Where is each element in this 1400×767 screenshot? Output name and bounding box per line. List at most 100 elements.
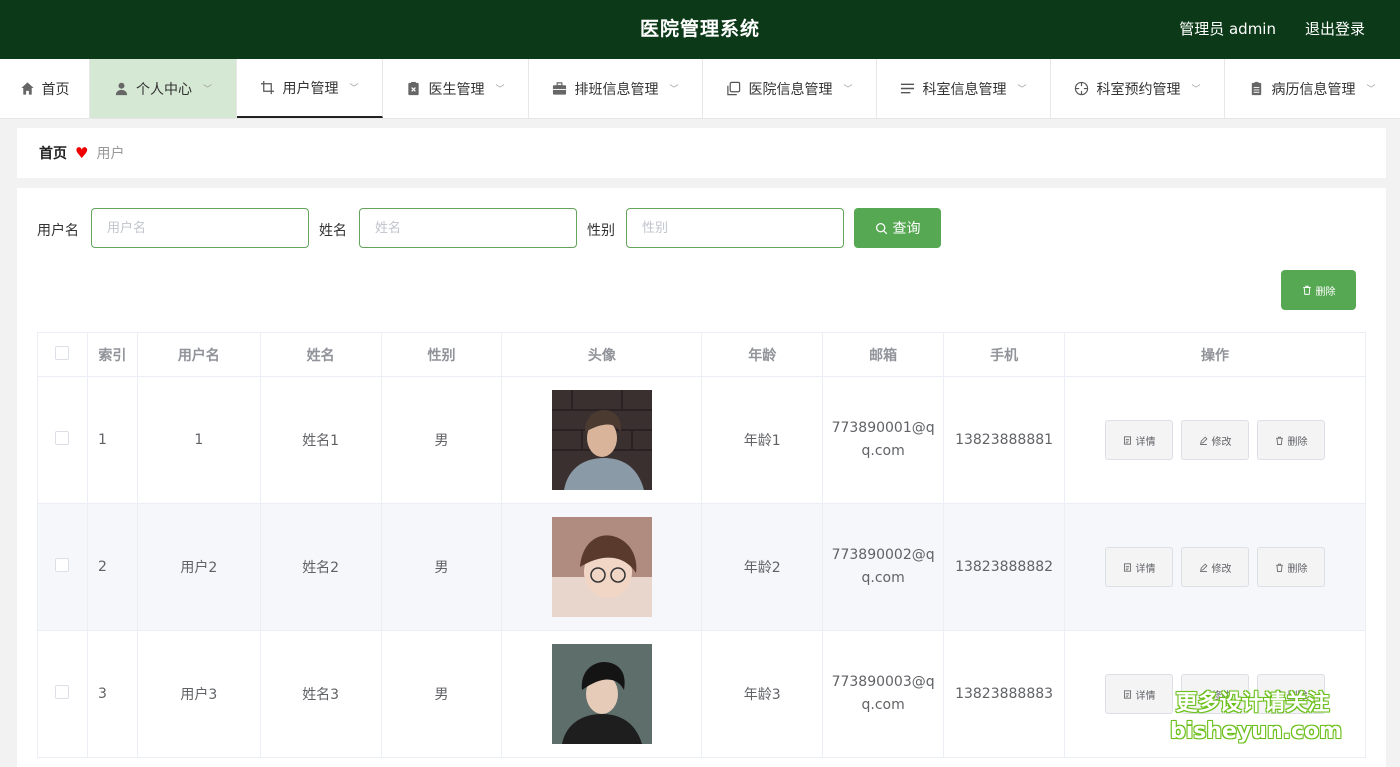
header-username: 用户名 — [136, 332, 261, 377]
username-cell: 用户3 — [136, 630, 261, 758]
edit-button[interactable]: 修改 — [1181, 420, 1250, 460]
nav-item-schedules[interactable]: 排班信息管理 ﹀ — [529, 59, 703, 118]
row-checkbox[interactable] — [55, 558, 70, 572]
email-line: q.com — [861, 697, 905, 713]
bulk-delete-button[interactable]: 删除 — [1281, 270, 1356, 310]
delete-button[interactable]: 删除 — [1257, 420, 1326, 460]
age-cell: 年龄3 — [701, 630, 824, 758]
nav-item-doctors[interactable]: 医生管理 ﹀ — [383, 59, 529, 118]
username-cell: 1 — [136, 376, 261, 504]
email-line: 773890001@q — [831, 420, 935, 436]
nav-item-home[interactable]: 首页 — [0, 59, 90, 118]
nav-item-profile[interactable]: 个人中心 ﹀ — [90, 59, 237, 118]
age-cell: 年龄2 — [701, 503, 824, 631]
nav-item-label: 科室信息管理 — [922, 81, 1007, 98]
table-row: 2 用户2 姓名2 男 年龄2 773890002@q q.com 138238… — [37, 503, 1366, 631]
copy-icon — [727, 81, 741, 96]
table-row: 1 1 姓名1 男 年龄1 773890001@q q.com 138238888… — [37, 376, 1366, 504]
email-line: 773890002@q — [831, 547, 935, 563]
table-header-row: 索引 用户名 姓名 性别 头像 年龄 邮箱 手机 操作 — [37, 332, 1366, 377]
chevron-down-icon: ﹀ — [1191, 85, 1201, 95]
gender-label: 性别 — [587, 223, 615, 239]
watermark: 更多设计请关注 bisheyun.com — [1170, 690, 1343, 746]
table-row: 3 用户3 姓名3 男 年龄3 773890003@q q.com 1382388… — [37, 630, 1366, 758]
nav-item-department-info[interactable]: 科室信息管理 ﹀ — [877, 59, 1051, 118]
edit-label: 修改 — [1211, 436, 1232, 448]
nav-item-label: 医生管理 — [428, 81, 485, 98]
gender-cell: 男 — [380, 503, 503, 631]
select-all-checkbox[interactable] — [55, 345, 70, 360]
logout-link[interactable]: 退出登录 — [1305, 0, 1365, 59]
document-icon — [1252, 81, 1262, 96]
avatar-image — [551, 644, 652, 744]
name-cell: 姓名2 — [259, 503, 382, 631]
chevron-down-icon: ﹀ — [1366, 85, 1376, 95]
header-index: 索引 — [86, 332, 138, 377]
crop-icon — [261, 80, 275, 95]
trash-icon — [1275, 436, 1283, 445]
delete-button[interactable]: 删除 — [1257, 547, 1326, 587]
nav-item-label: 排班信息管理 — [574, 81, 659, 98]
detail-label: 详情 — [1135, 690, 1156, 702]
document-icon — [1123, 689, 1131, 699]
breadcrumb-home[interactable]: 首页 — [39, 143, 67, 163]
phone-cell: 13823888883 — [943, 630, 1066, 758]
edit-icon — [1199, 563, 1207, 572]
avatar-image — [551, 390, 652, 490]
gender-cell: 男 — [380, 376, 503, 504]
briefcase-icon — [553, 82, 567, 95]
watermark-line: bisheyun.com — [1170, 719, 1343, 744]
username-search-input[interactable] — [91, 208, 309, 248]
header-select-all — [37, 332, 88, 377]
main-nav: 首页 个人中心 ﹀ 用户管理 ﹀ 医生管理 ﹀ 排班信息管理 ﹀ 医院信息管理 … — [0, 59, 1400, 119]
name-search-input[interactable] — [359, 208, 577, 248]
detail-button[interactable]: 详情 — [1105, 420, 1174, 460]
avatar-cell — [501, 376, 703, 504]
row-select-cell — [37, 503, 88, 631]
document-icon — [1123, 435, 1131, 445]
nav-item-users[interactable]: 用户管理 ﹀ — [237, 59, 383, 118]
edit-button[interactable]: 修改 — [1181, 547, 1250, 587]
name-cell: 姓名3 — [259, 630, 382, 758]
header-phone: 手机 — [943, 332, 1066, 377]
detail-button[interactable]: 详情 — [1105, 674, 1174, 714]
nav-item-label: 首页 — [41, 81, 70, 98]
header-actions: 操作 — [1064, 332, 1366, 377]
current-user: 管理员 admin — [1179, 20, 1276, 38]
chevron-down-icon: ﹀ — [669, 85, 679, 95]
row-checkbox[interactable] — [55, 685, 70, 699]
detail-label: 详情 — [1135, 436, 1156, 448]
nav-item-hospital-info[interactable]: 医院信息管理 ﹀ — [703, 59, 877, 118]
nav-item-label: 用户管理 — [282, 80, 339, 97]
phone-cell: 13823888881 — [943, 376, 1066, 504]
delete-label: 删除 — [1287, 563, 1308, 575]
detail-button[interactable]: 详情 — [1105, 547, 1174, 587]
header-avatar: 头像 — [501, 332, 703, 377]
row-select-cell — [37, 630, 88, 758]
query-button[interactable]: 查询 — [854, 208, 941, 248]
bulk-delete-label: 删除 — [1315, 286, 1336, 298]
top-header: 医院管理系统 管理员 admin 退出登录 — [0, 0, 1400, 59]
index-cell: 2 — [86, 503, 138, 631]
nav-item-department-appointments[interactable]: 科室预约管理 ﹀ — [1051, 59, 1225, 118]
header-age: 年龄 — [701, 332, 824, 377]
content-panel: 用户名 姓名 性别 查询 删除 索引 用户名 姓名 性别 头像 年龄 邮箱 手机… — [17, 188, 1386, 767]
watermark-line: 更多设计请关注 — [1175, 691, 1330, 716]
age-cell: 年龄1 — [701, 376, 824, 504]
trash-icon — [1302, 285, 1311, 295]
index-cell: 1 — [86, 376, 138, 504]
query-button-label: 查询 — [892, 220, 921, 236]
nav-item-label: 科室预约管理 — [1096, 81, 1181, 98]
avatar-cell — [501, 630, 703, 758]
chevron-down-icon: ﹀ — [843, 85, 853, 95]
row-checkbox[interactable] — [55, 431, 70, 445]
users-table: 索引 用户名 姓名 性别 头像 年龄 邮箱 手机 操作 1 1 姓名1 男 年龄… — [37, 332, 1366, 758]
username-cell: 用户2 — [136, 503, 261, 631]
nav-item-medical-records[interactable]: 病历信息管理 ﹀ — [1225, 59, 1400, 118]
delete-label: 删除 — [1287, 436, 1308, 448]
list-icon — [901, 83, 915, 94]
actions-cell: 详情 修改 删除 — [1064, 503, 1366, 631]
gender-cell: 男 — [380, 630, 503, 758]
gender-search-input[interactable] — [626, 208, 844, 248]
email-line: q.com — [861, 443, 905, 459]
